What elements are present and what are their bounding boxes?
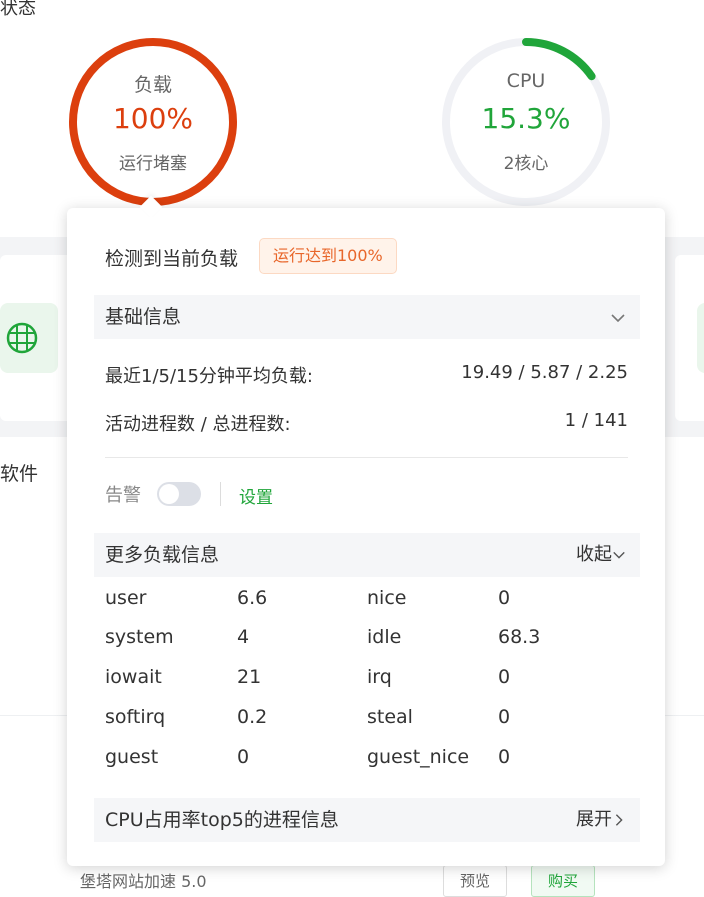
metric-idle-key: idle [367, 626, 402, 648]
alarm-label: 告警 [105, 485, 141, 506]
metric-irq-value: 0 [498, 666, 511, 688]
metric-user-key: user [105, 587, 147, 609]
more-load-title: 更多负载信息 [105, 544, 220, 566]
preview-button[interactable]: 预览 [443, 865, 508, 897]
metric-softirq-key: softirq [105, 706, 166, 728]
metric-guest-nice-key: guest_nice [367, 746, 470, 768]
more-load-header: 更多负载信息 收起 [94, 533, 640, 577]
metric-iowait-key: iowait [105, 666, 162, 688]
status-card: 状态 负载 100% 运行堵塞 CPU 15.3% 2核心 [0, 0, 704, 237]
basic-info-header[interactable]: 基础信息 [94, 295, 640, 339]
load-gauge-value: 100% [112, 102, 194, 135]
load-gauge-label: 负载 [133, 74, 172, 96]
vertical-divider [220, 482, 221, 506]
load-detail-popover: 检测到当前负载 运行达到100% 基础信息 最近1/5/15分钟平均负载: 19… [67, 195, 665, 866]
software-name: 堡塔网站加速 5.0 [80, 872, 207, 891]
expand-label: 展开 [576, 809, 612, 830]
metric-system-key: system [105, 626, 174, 648]
metric-guest-nice-value: 0 [498, 746, 511, 768]
collapse-label: 收起 [576, 544, 612, 565]
avg-load-row: 最近1/5/15分钟平均负载: 19.49 / 5.87 / 2.25 [105, 362, 628, 388]
metric-guest-value: 0 [237, 746, 250, 768]
chevron-down-icon [613, 551, 625, 559]
cpu-gauge-cores: 2核心 [503, 154, 549, 174]
avg-load-value: 19.49 / 5.87 / 2.25 [461, 362, 628, 383]
metric-nice-value: 0 [498, 587, 511, 609]
popover-heading: 检测到当前负载 [105, 248, 239, 270]
metric-softirq-value: 0.2 [237, 706, 268, 728]
top5-process-header: CPU占用率top5的进程信息 展开 [94, 798, 640, 842]
expand-toggle[interactable]: 展开 [576, 798, 626, 842]
process-count-row: 活动进程数 / 总进程数: 1 / 141 [105, 410, 628, 436]
avg-load-label: 最近1/5/15分钟平均负载: [105, 366, 314, 387]
process-count-value: 1 / 141 [564, 410, 628, 431]
load-gauge-status: 运行堵塞 [119, 154, 187, 174]
globe-icon [6, 322, 38, 354]
metric-steal-value: 0 [498, 706, 511, 728]
section-title: 状态 [0, 0, 36, 19]
metric-idle-value: 68.3 [498, 626, 541, 648]
collapse-toggle[interactable]: 收起 [576, 533, 626, 577]
metric-steal-key: steal [367, 706, 413, 728]
process-count-label: 活动进程数 / 总进程数: [105, 414, 291, 435]
metric-iowait-value: 21 [237, 666, 262, 688]
site-icon-box[interactable] [0, 303, 58, 373]
alarm-settings-link[interactable]: 设置 [239, 483, 273, 508]
buy-button[interactable]: 购买 [531, 865, 596, 897]
software-title: 软件 [0, 463, 39, 485]
top5-process-title: CPU占用率top5的进程信息 [105, 809, 339, 831]
cpu-gauge-label: CPU [506, 70, 546, 92]
overview-card-right [675, 255, 704, 421]
cpu-gauge-value: 15.3% [481, 102, 571, 135]
load-gauge[interactable]: 负载 100% 运行堵塞 [67, 36, 239, 208]
alarm-toggle[interactable] [157, 482, 201, 506]
chevron-right-icon [615, 814, 623, 826]
cpu-gauge[interactable]: CPU 15.3% 2核心 [440, 36, 612, 208]
section-divider [105, 457, 628, 458]
load-status-badge: 运行达到100% [259, 238, 397, 274]
metric-irq-key: irq [367, 666, 392, 688]
metric-system-value: 4 [237, 626, 250, 648]
metric-user-value: 6.6 [237, 587, 268, 609]
basic-info-title: 基础信息 [105, 306, 182, 328]
metric-nice-key: nice [367, 587, 407, 609]
metric-guest-key: guest [105, 746, 159, 768]
overview-icon-box[interactable] [697, 303, 704, 373]
toggle-knob [159, 484, 179, 504]
chevron-down-icon [610, 295, 626, 339]
